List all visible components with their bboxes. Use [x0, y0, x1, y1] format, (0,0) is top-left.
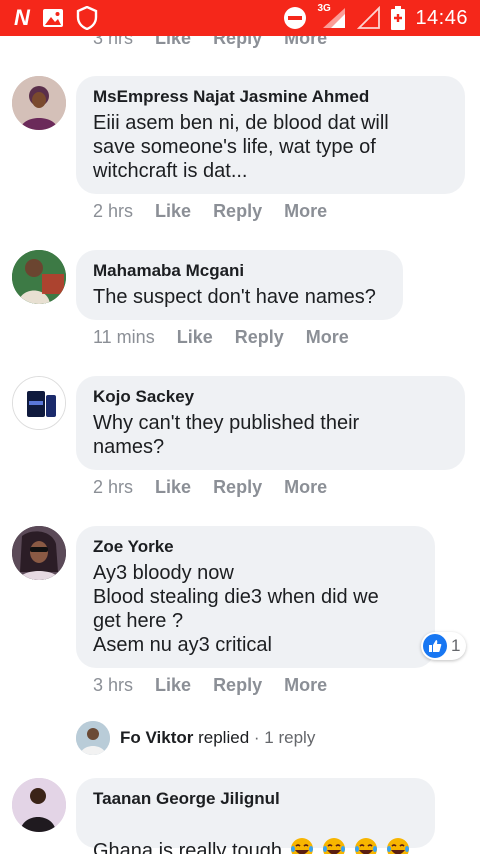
comment-text: Why can't they published their names?: [93, 412, 360, 458]
avatar[interactable]: [12, 76, 66, 130]
avatar[interactable]: [12, 778, 66, 832]
reaction-summary[interactable]: 1: [421, 632, 467, 660]
avatar[interactable]: [12, 250, 66, 304]
comment-bubble[interactable]: MsEmpress Najat Jasmine Ahmed Eiii asem …: [76, 76, 465, 194]
gallery-icon: [42, 9, 63, 27]
comment-text: The suspect don't have names?: [93, 286, 376, 308]
comment-bubble[interactable]: Mahamaba Mcgani The suspect don't have n…: [76, 250, 403, 320]
reply-button[interactable]: Reply: [213, 675, 262, 696]
reply-author[interactable]: Fo Viktor: [120, 728, 193, 747]
comment-time: 2 hrs: [93, 201, 134, 221]
comment-author[interactable]: MsEmpress Najat Jasmine Ahmed: [93, 86, 447, 108]
laughing-tears-emoji-icon: [387, 838, 410, 854]
view-replies-link[interactable]: Fo Viktor replied · 1 reply: [76, 720, 315, 756]
comment-text-content: Ghana is really tough: [93, 840, 283, 854]
comment-text: Ay3 bloody now Blood stealing die3 when …: [93, 562, 379, 656]
like-button[interactable]: Like: [155, 675, 191, 696]
clock: 14:46: [415, 6, 468, 29]
like-reaction-icon: [423, 634, 447, 658]
avatar[interactable]: [12, 526, 66, 580]
reply-count[interactable]: 1 reply: [264, 728, 315, 747]
n-logo-icon: N: [14, 5, 30, 30]
avatar: [76, 721, 110, 755]
reaction-count: 1: [451, 636, 461, 655]
battery-icon: [391, 6, 406, 30]
reply-verb: replied: [198, 728, 250, 747]
comment-author[interactable]: Kojo Sackey: [93, 386, 447, 408]
like-button[interactable]: Like: [177, 327, 213, 348]
reply-button[interactable]: Reply: [213, 477, 262, 498]
laughing-tears-emoji-icon: [355, 838, 378, 854]
comment-actions: 2 hrs Like Reply More: [93, 477, 327, 498]
reply-button[interactable]: Reply: [235, 327, 284, 348]
more-button[interactable]: More: [284, 675, 327, 696]
comment-time: 3 hrs: [93, 675, 134, 695]
status-bar-cover: N 3G 14:46: [0, 0, 480, 36]
like-button[interactable]: Like: [155, 477, 191, 498]
comment-bubble[interactable]: Taanan George Jilignul Ghana is really t…: [76, 778, 435, 854]
comment-bubble[interactable]: Kojo Sackey Why can't they published the…: [76, 376, 465, 470]
laughing-tears-emoji-icon: [323, 838, 346, 854]
comment-actions: 2 hrs Like Reply More: [93, 201, 327, 222]
more-button[interactable]: More: [284, 477, 327, 498]
comment-text: Ghana is really tough: [93, 813, 417, 854]
comment-actions: 3 hrs Like Reply More: [93, 675, 327, 696]
comment-actions: 11 mins Like Reply More: [93, 327, 349, 348]
reply-button[interactable]: Reply: [213, 201, 262, 222]
comment-author[interactable]: Zoe Yorke: [93, 536, 417, 558]
comment-time: 11 mins: [93, 327, 155, 347]
laughing-tears-emoji-icon: [291, 838, 314, 854]
signal-icon: 3G: [317, 3, 347, 30]
reply-separator: ·: [253, 728, 260, 747]
comment-time: 2 hrs: [93, 477, 134, 497]
comment-author[interactable]: Taanan George Jilignul: [93, 788, 417, 810]
no-signal-icon: [357, 6, 381, 29]
like-button[interactable]: Like: [155, 201, 191, 222]
shield-icon: [76, 6, 98, 30]
avatar[interactable]: [12, 376, 66, 430]
more-button[interactable]: More: [284, 201, 327, 222]
do-not-disturb-icon: [284, 7, 307, 29]
comment-author[interactable]: Mahamaba Mcgani: [93, 260, 385, 282]
more-button[interactable]: More: [306, 327, 349, 348]
comment-bubble[interactable]: Zoe Yorke Ay3 bloody now Blood stealing …: [76, 526, 435, 668]
comment-text: Eiii asem ben ni, de blood dat will save…: [93, 112, 389, 182]
